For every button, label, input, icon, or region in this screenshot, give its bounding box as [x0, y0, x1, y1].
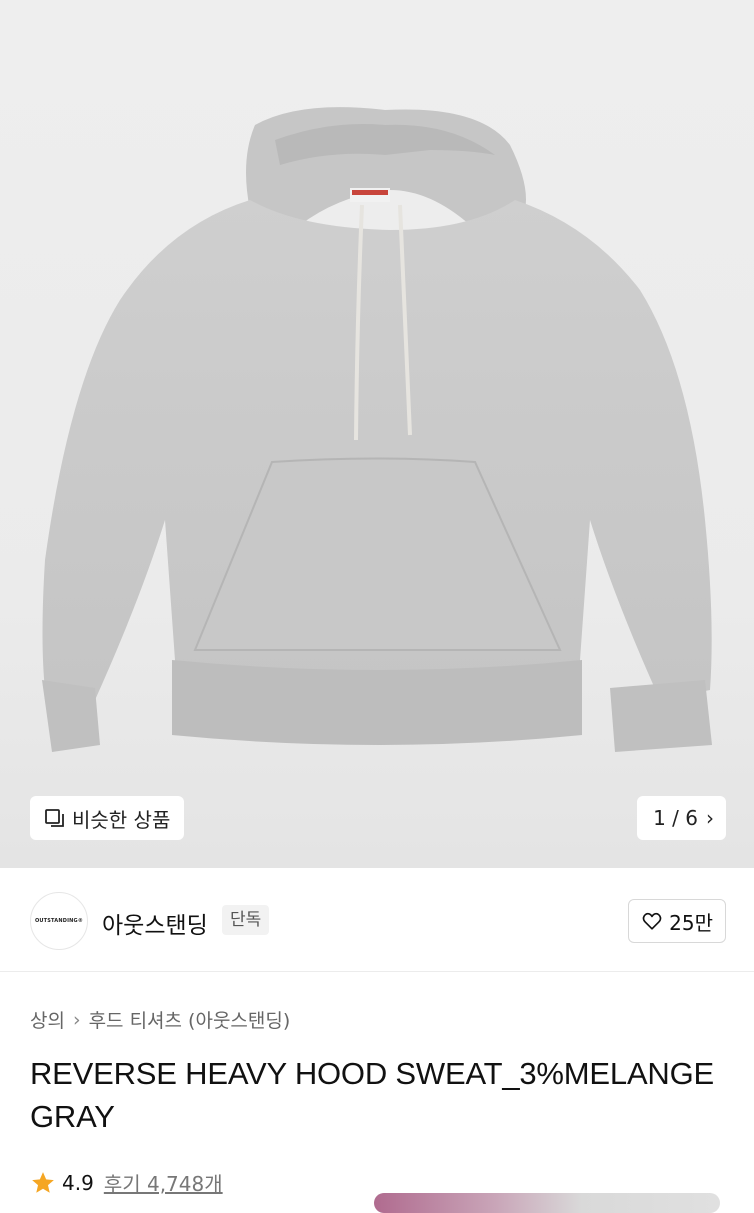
reviews-link[interactable]: 후기 4,748개 [104, 1168, 223, 1197]
chevron-right-icon: › [706, 806, 714, 830]
like-button[interactable]: 25만 [628, 899, 726, 943]
brand-logo-text: OUTSTANDING® [34, 918, 84, 924]
breadcrumb-category[interactable]: 상의 [30, 1006, 65, 1033]
breadcrumb-subcategory[interactable]: 후드 티셔츠 (아웃스탠딩) [89, 1006, 291, 1033]
chevron-right-icon: › [72, 1008, 81, 1031]
exclusive-badge: 단독 [222, 905, 270, 935]
bottom-banner[interactable] [374, 1193, 720, 1213]
similar-products-button[interactable]: 비슷한 상품 [30, 796, 185, 840]
product-image-gallery[interactable]: 비슷한 상품 1 / 6 › [0, 0, 754, 868]
image-counter-text: 1 / 6 [653, 806, 698, 830]
product-title: REVERSE HEAVY HOOD SWEAT_3%MELANGE GRAY [30, 1056, 714, 1134]
heart-icon [642, 912, 662, 930]
image-counter-button[interactable]: 1 / 6 › [637, 796, 726, 840]
brand-name[interactable]: 아웃스탠딩 [102, 906, 208, 940]
similar-products-label: 비슷한 상품 [72, 807, 171, 832]
brand-row: OUTSTANDING® 아웃스탠딩 단독 25만 [0, 868, 754, 972]
rating-summary: 4.9 후기 4,748개 [30, 1168, 223, 1197]
star-icon [32, 1171, 54, 1193]
like-count: 25만 [669, 910, 713, 935]
similar-items-icon [45, 809, 64, 827]
rating-score: 4.9 [62, 1170, 94, 1195]
product-image [42, 107, 712, 752]
brand-logo[interactable]: OUTSTANDING® [30, 892, 88, 950]
breadcrumb: 상의 › 후드 티셔츠 (아웃스탠딩) [30, 1006, 290, 1033]
